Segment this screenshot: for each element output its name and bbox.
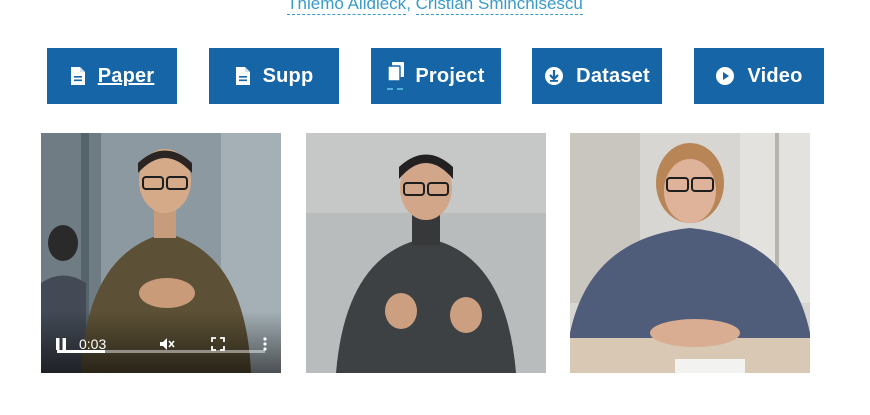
project-icon-wrap (387, 62, 405, 90)
document-icon (70, 67, 86, 85)
video-button-label: Video (747, 64, 803, 87)
video-player-1[interactable]: 0:03 (41, 133, 281, 373)
author-link-2[interactable]: Cristian Sminchisescu (415, 0, 583, 15)
download-circle-icon (544, 66, 564, 86)
author-separator: , (406, 0, 416, 13)
video-frame-2 (306, 133, 546, 373)
video-progress-fill (57, 350, 105, 353)
dataset-button[interactable]: Dataset (532, 48, 662, 104)
video-frame-3 (570, 133, 810, 373)
pause-icon[interactable] (55, 337, 67, 351)
paper-button[interactable]: Paper (47, 48, 177, 104)
document-icon (235, 67, 251, 85)
video-player-3[interactable] (570, 133, 810, 373)
supp-button[interactable]: Supp (209, 48, 339, 104)
video-progress-bar[interactable] (57, 350, 265, 353)
dataset-button-label: Dataset (576, 64, 650, 87)
play-circle-icon (715, 66, 735, 86)
copy-icon (387, 62, 405, 82)
project-button-label: Project (415, 64, 485, 87)
video-button[interactable]: Video (694, 48, 824, 104)
video-controls: 0:03 (41, 311, 281, 373)
author-link-1[interactable]: Thiemo Alldieck (287, 0, 407, 15)
fullscreen-icon[interactable] (211, 337, 225, 351)
mute-icon[interactable] (159, 337, 175, 351)
author-list: Thiemo Alldieck, Cristian Sminchisescu (0, 0, 870, 15)
paper-button-label: Paper (97, 64, 155, 87)
more-options-icon[interactable] (263, 337, 267, 351)
video-player-2[interactable] (306, 133, 546, 373)
supp-button-label: Supp (262, 64, 314, 87)
project-button[interactable]: Project (371, 48, 501, 104)
